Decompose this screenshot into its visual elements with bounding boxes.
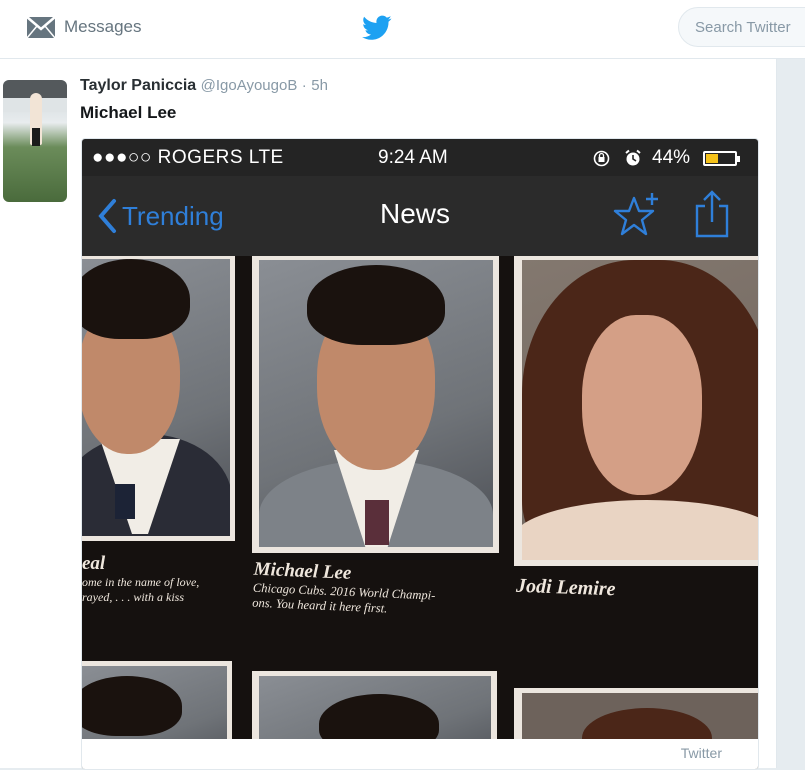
center-portrait — [259, 260, 493, 547]
left-caption: eal ome in the name of love, rayed, . . … — [82, 553, 242, 605]
author-handle[interactable]: @IgoAyougoB — [201, 77, 298, 94]
battery-percentage: 44% — [652, 147, 691, 168]
search-input[interactable] — [678, 7, 805, 47]
separator: · — [301, 77, 307, 94]
back-button: Trending — [96, 198, 224, 234]
star-add-icon — [613, 193, 658, 236]
chevron-left-icon — [98, 199, 116, 233]
timeline: Taylor Paniccia @IgoAyougoB · 5h Michael… — [0, 59, 777, 770]
center-caption: Michael Lee Chicago Cubs. 2016 World Cha… — [252, 559, 499, 622]
twitter-bird-icon[interactable] — [362, 15, 392, 41]
card-footer: Twitter — [82, 739, 758, 769]
nav-title: News — [380, 198, 451, 229]
right-portrait — [522, 260, 758, 560]
envelope-icon — [26, 16, 56, 39]
phone-status-bar: ●●●○○ ROGERS LTE 9:24 AM 44% — [82, 139, 758, 176]
phone-clock: 9:24 AM — [378, 147, 448, 168]
right-caption: Jodi Lemire — [516, 575, 757, 606]
battery-icon — [703, 151, 740, 166]
tweet-header: Taylor Paniccia @IgoAyougoB · 5h — [80, 77, 328, 95]
avatar[interactable] — [3, 80, 67, 202]
yearbook-photo: eal ome in the name of love, rayed, . . … — [82, 256, 758, 769]
carrier-label: ●●●○○ ROGERS LTE — [92, 147, 284, 168]
alarm-icon — [625, 149, 641, 166]
left-caption-line1: ome in the name of love, — [82, 575, 200, 589]
left-caption-line2: rayed, . . . with a kiss — [82, 590, 184, 604]
rotation-lock-icon — [593, 150, 610, 167]
share-icon — [695, 190, 729, 238]
tweet-timestamp[interactable]: 5h — [311, 77, 328, 94]
card-source-label[interactable]: Twitter — [681, 745, 722, 761]
right-caption-name: Jodi Lemire — [515, 574, 616, 601]
phone-nav-bar: Trending News — [82, 176, 758, 256]
media-card[interactable]: ●●●○○ ROGERS LTE 9:24 AM 44% Trending Ne… — [81, 138, 759, 770]
avatar-person-legs — [32, 128, 40, 146]
messages-link[interactable]: Messages — [26, 14, 141, 40]
messages-label: Messages — [64, 17, 142, 36]
top-bar: Messages — [0, 0, 805, 59]
left-portrait — [82, 259, 230, 536]
author-name[interactable]: Taylor Paniccia — [80, 77, 196, 94]
left-caption-name: eal — [82, 553, 106, 574]
back-label: Trending — [122, 200, 224, 231]
tweet-text: Michael Lee — [80, 103, 177, 122]
